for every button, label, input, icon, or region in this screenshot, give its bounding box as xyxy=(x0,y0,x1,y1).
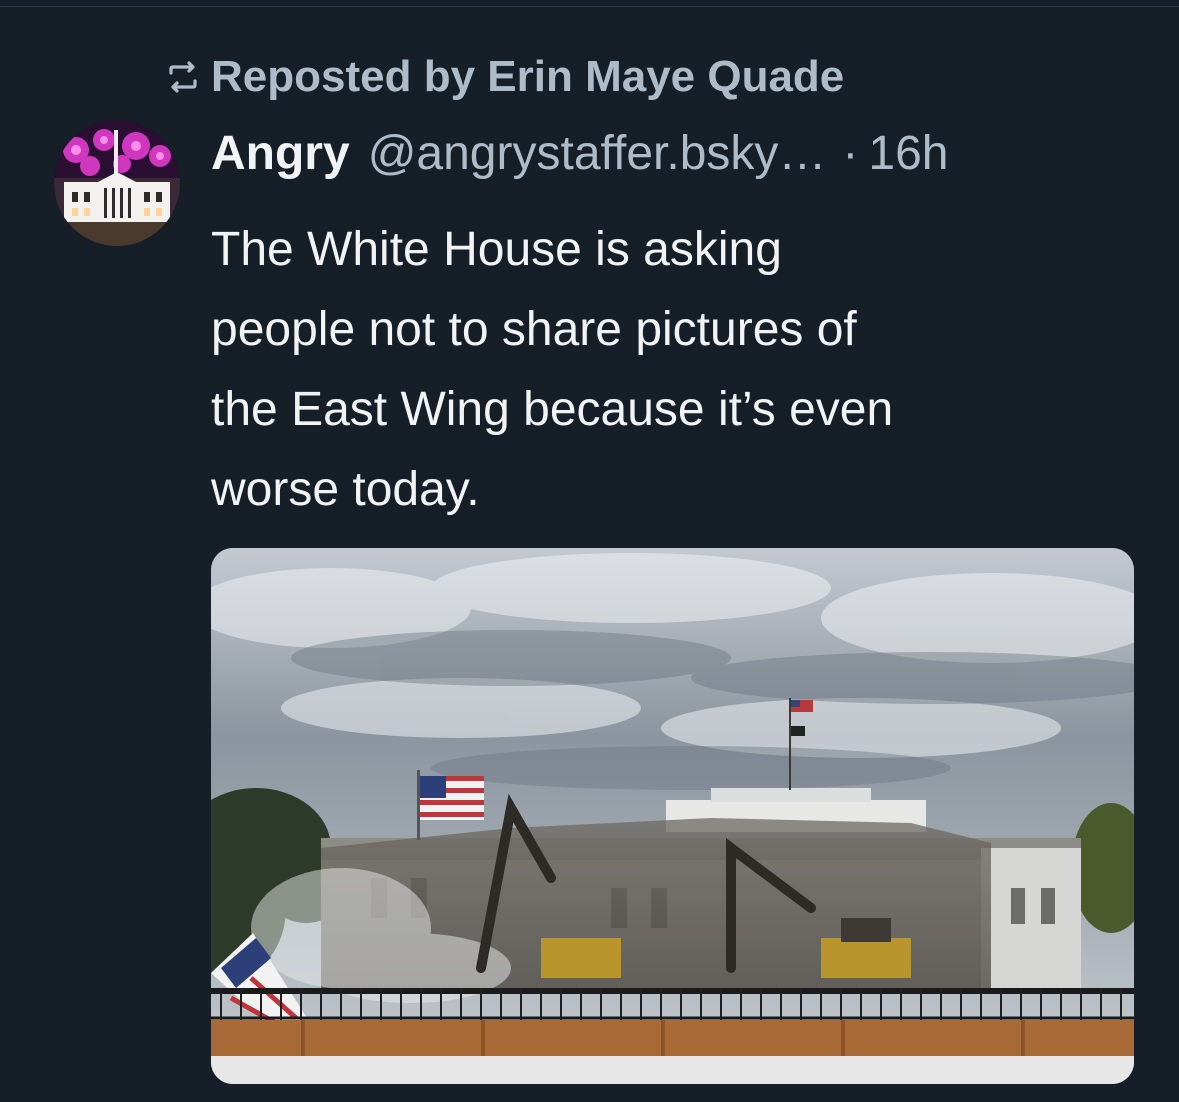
repost-label: Reposted by Erin Maye Quade xyxy=(211,52,845,101)
repost-icon xyxy=(163,57,203,97)
repost-indicator[interactable]: Reposted by Erin Maye Quade xyxy=(163,52,844,102)
post-text: The White House is asking people not to … xyxy=(211,210,1131,530)
post-text-line: the East Wing because it’s even xyxy=(211,383,894,436)
display-name[interactable]: Angry xyxy=(211,126,350,181)
user-handle[interactable]: @angrystaffer.bsky… xyxy=(368,126,827,181)
timestamp[interactable]: 16h xyxy=(868,126,948,181)
post-header: Angry @angrystaffer.bsky… · 16h xyxy=(211,126,948,181)
post-text-line: worse today. xyxy=(211,463,480,516)
demolition-photo xyxy=(211,548,1134,1084)
avatar-white-house-fireworks-icon xyxy=(54,120,180,246)
avatar[interactable] xyxy=(54,120,180,246)
post-text-line: The White House is asking xyxy=(211,223,782,276)
post-text-line: people not to share pictures of xyxy=(211,303,857,356)
post-view: Reposted by Erin Maye Quade Angry @angry… xyxy=(0,0,1179,1102)
separator-dot: · xyxy=(842,127,859,180)
divider xyxy=(0,6,1179,7)
post-image[interactable] xyxy=(211,548,1134,1084)
